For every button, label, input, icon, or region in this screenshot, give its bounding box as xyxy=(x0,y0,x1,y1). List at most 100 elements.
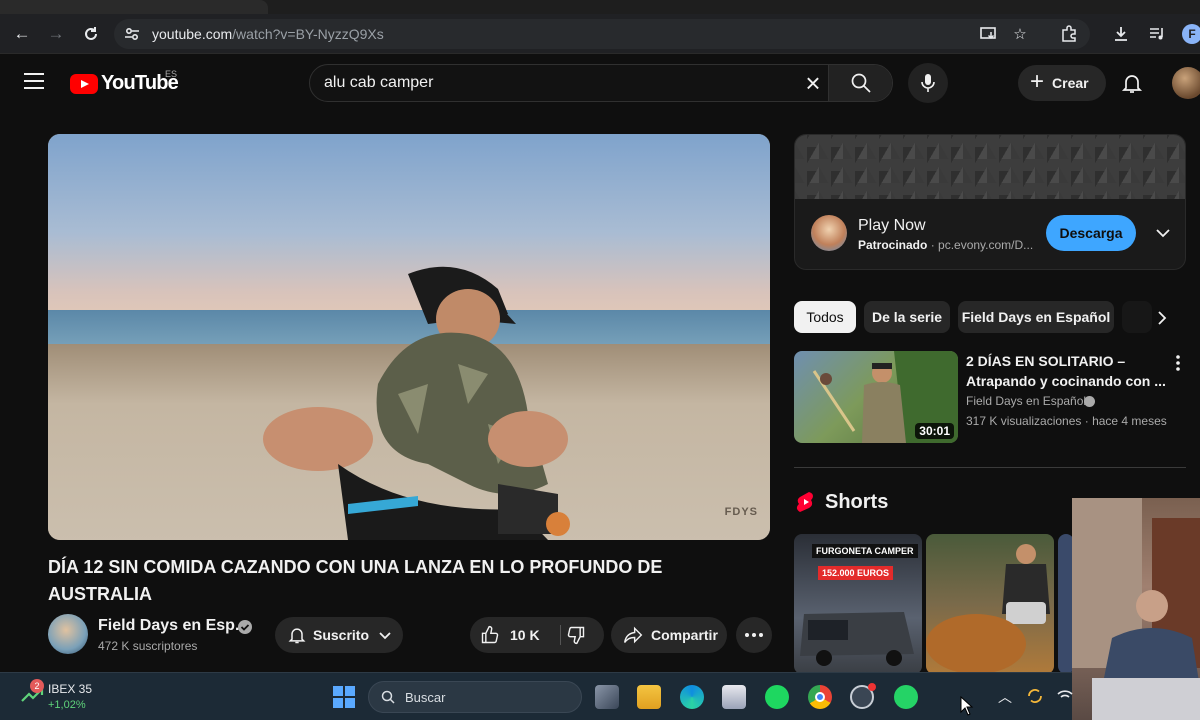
ad-title: Play Now xyxy=(858,217,926,234)
ad-meta: Patrocinado · pc.evony.com/D... xyxy=(858,238,1034,252)
microsoft-store-icon[interactable] xyxy=(722,685,746,709)
install-app-icon[interactable] xyxy=(978,23,1000,45)
taskbar-search-placeholder: Buscar xyxy=(405,689,446,705)
youtube-logo[interactable]: YouTube xyxy=(70,72,179,95)
chip-channel[interactable]: Field Days en Español xyxy=(958,301,1114,333)
active-tab[interactable] xyxy=(0,0,268,14)
recommended-stats: 317 K visualizaciones · hace 4 meses xyxy=(966,414,1167,428)
webcam-overlay xyxy=(1072,498,1200,720)
bookmark-star-icon[interactable]: ☆ xyxy=(1009,23,1031,45)
video-title: DÍA 12 SIN COMIDA CAZANDO CON UNA LANZA … xyxy=(48,557,663,604)
browser-profile-avatar[interactable]: F xyxy=(1182,24,1200,44)
notifications-bell-icon[interactable] xyxy=(1120,71,1144,95)
forward-icon[interactable]: → xyxy=(44,22,68,46)
recommended-title[interactable]: 2 DÍAS EN SOLITARIO – Atrapando y cocina… xyxy=(966,351,1166,391)
downloads-icon[interactable] xyxy=(1110,23,1132,45)
subscriber-count: 472 K suscriptores xyxy=(98,639,198,653)
voice-search-button[interactable] xyxy=(908,63,948,103)
more-horizontal-icon xyxy=(745,633,763,637)
chip-all[interactable]: Todos xyxy=(794,301,856,333)
address-bar[interactable]: youtube.com/watch?v=BY-NyzzQ9Xs xyxy=(114,19,1090,49)
sync-icon[interactable] xyxy=(1026,687,1044,705)
search-button[interactable] xyxy=(828,65,892,101)
media-controls-icon[interactable] xyxy=(1146,23,1168,45)
thumbs-up-icon xyxy=(481,625,499,644)
bell-icon xyxy=(288,628,306,644)
short-thumbnail-art xyxy=(926,544,1050,674)
plus-icon: + xyxy=(1030,67,1045,95)
stock-ticker-change: +1,02% xyxy=(48,699,86,711)
recommended-video[interactable]: 30:01 2 DÍAS EN SOLITARIO – Atrapando y … xyxy=(794,351,1194,445)
share-label: Compartir xyxy=(651,627,718,643)
app-icon[interactable] xyxy=(850,683,876,709)
chevron-down-icon[interactable] xyxy=(1151,221,1175,245)
short-item[interactable]: FURGONETA CAMPER 152.000 EUROS xyxy=(794,534,922,674)
related-filter-chips: Todos De la serie Field Days en Español xyxy=(794,301,1174,333)
video-watermark: FDYS xyxy=(724,506,758,518)
menu-icon[interactable] xyxy=(24,73,44,89)
subscribed-button[interactable]: Suscrito xyxy=(275,617,403,653)
thumbs-down-icon xyxy=(567,626,585,645)
like-divider xyxy=(560,625,561,645)
section-divider xyxy=(794,467,1186,468)
recommended-thumbnail[interactable]: 30:01 xyxy=(794,351,958,443)
create-button[interactable]: + Crear xyxy=(1018,65,1106,101)
ad-download-button[interactable]: Descarga xyxy=(1046,215,1136,251)
ad-domain: pc.evony.com/D... xyxy=(938,238,1034,252)
taskbar-search[interactable]: Buscar xyxy=(368,681,582,713)
recommended-channel[interactable]: Field Days en Español xyxy=(966,394,1086,408)
youtube-play-icon xyxy=(70,73,98,94)
network-icon[interactable] xyxy=(1056,687,1074,705)
mouse-cursor-icon xyxy=(960,696,974,716)
like-count: 10 K xyxy=(510,627,540,643)
windows-start-icon[interactable] xyxy=(332,685,356,709)
like-button[interactable]: 10 K xyxy=(480,617,540,653)
short-item[interactable] xyxy=(926,534,1054,674)
url-path: /watch?v=BY-NyzzQ9Xs xyxy=(232,26,384,42)
chrome-icon[interactable] xyxy=(808,685,832,709)
subscribed-label: Suscrito xyxy=(313,627,370,643)
ad-sponsored-label: Patrocinado xyxy=(858,238,928,252)
site-info-icon[interactable] xyxy=(124,26,140,42)
ad-advertiser-logo xyxy=(811,215,847,251)
windows-taskbar: 2 IBEX 35 +1,02% Buscar ︿ xyxy=(0,672,1074,720)
channel-name[interactable]: Field Days en Esp... xyxy=(98,617,248,635)
short-thumbnail-art xyxy=(800,612,914,666)
notification-badge: 2 xyxy=(30,679,44,693)
search-icon xyxy=(381,690,395,704)
spotify-icon[interactable] xyxy=(765,685,789,709)
region-code: ES xyxy=(165,69,178,79)
stock-ticker-name[interactable]: IBEX 35 xyxy=(48,682,92,696)
share-button[interactable]: Compartir xyxy=(611,617,727,653)
share-icon xyxy=(623,626,643,644)
search-box: × xyxy=(309,64,893,102)
url-host: youtube.com xyxy=(152,26,233,42)
edge-browser-icon[interactable] xyxy=(680,685,704,709)
more-actions-button[interactable] xyxy=(736,617,772,653)
like-dislike-group: 10 K xyxy=(470,617,604,653)
extensions-icon[interactable] xyxy=(1058,23,1080,45)
reload-icon[interactable] xyxy=(79,22,103,46)
video-player[interactable]: FDYS xyxy=(48,134,770,540)
channel-avatar[interactable] xyxy=(48,614,88,654)
youtube-masthead: YouTube ES × + Crear xyxy=(0,55,1200,111)
whatsapp-icon[interactable] xyxy=(894,685,918,709)
search-input[interactable] xyxy=(310,65,830,101)
create-label: Crear xyxy=(1052,75,1089,91)
file-explorer-icon[interactable] xyxy=(637,685,661,709)
chip-overflow[interactable] xyxy=(1122,301,1152,333)
sponsored-ad-card[interactable]: Play Now Patrocinado · pc.evony.com/D...… xyxy=(794,134,1186,270)
back-icon[interactable]: ← xyxy=(10,22,34,46)
tray-overflow-icon[interactable]: ︿ xyxy=(998,687,1012,707)
clear-search-icon[interactable]: × xyxy=(801,70,825,96)
browser-toolbar: ← → youtube.com/watch?v=BY-NyzzQ9Xs ☆ F xyxy=(0,14,1200,54)
chip-series[interactable]: De la serie xyxy=(864,301,950,333)
account-avatar[interactable] xyxy=(1172,67,1200,99)
webcam-person xyxy=(1072,498,1200,720)
browser-tab-strip xyxy=(0,0,1200,14)
chevron-right-icon[interactable] xyxy=(1150,306,1174,330)
dislike-button[interactable] xyxy=(566,625,586,648)
more-vertical-icon[interactable] xyxy=(1172,353,1184,373)
task-view-icon[interactable] xyxy=(595,685,619,709)
shorts-section-title: Shorts xyxy=(825,491,889,513)
